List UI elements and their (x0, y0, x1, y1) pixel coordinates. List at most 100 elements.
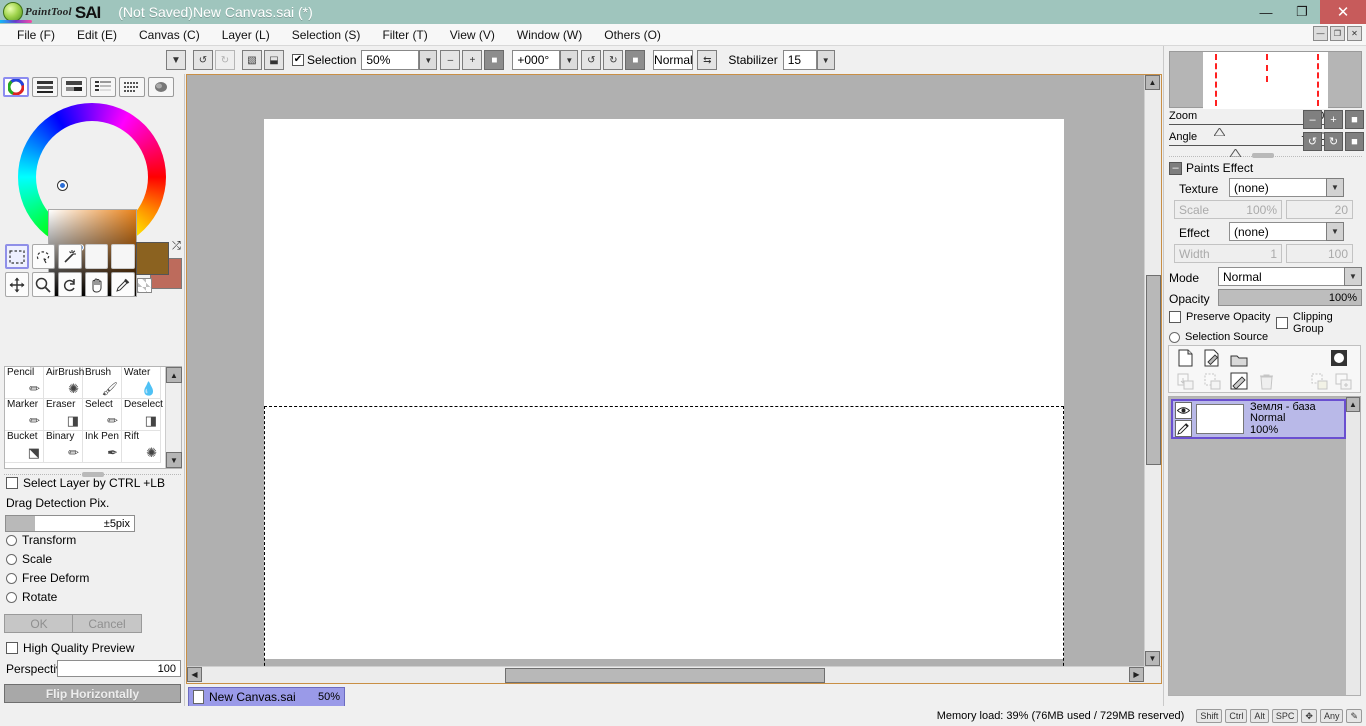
collapse-icon[interactable]: – (1169, 161, 1182, 175)
new-linework-layer-icon[interactable] (1202, 348, 1222, 368)
palette-grid-mode-icon[interactable] (119, 77, 145, 97)
nav-rotate-reset-button[interactable]: ■ (1345, 132, 1364, 151)
menu-filter[interactable]: Filter (T) (371, 26, 438, 44)
zoom-out-button[interactable]: – (440, 50, 461, 70)
eyedropper-tool-icon[interactable] (111, 272, 135, 297)
cancel-button[interactable]: Cancel (72, 614, 142, 633)
brush-pencil[interactable]: Pencil ✏ (5, 367, 44, 399)
select-layer-option[interactable]: Select Layer by CTRL +LB (6, 476, 165, 490)
layer-row[interactable]: Земля - база Normal 100% (1171, 399, 1346, 439)
zoom-in-button[interactable]: + (462, 50, 483, 70)
mdi-minimize-button[interactable]: — (1313, 26, 1328, 41)
navigator-preview[interactable] (1169, 51, 1362, 109)
preserve-opacity-option[interactable]: Preserve Opacity (1169, 311, 1270, 323)
canvas-vertical-scrollbar[interactable]: ▲ ▼ (1144, 75, 1161, 666)
brush-list-scrollbar[interactable]: ▲ ▼ (165, 367, 182, 468)
brush-scroll-down-button[interactable]: ▼ (166, 452, 182, 468)
brush-scroll-up-button[interactable]: ▲ (166, 367, 182, 383)
layer-list[interactable]: Земля - база Normal 100% ▲ (1168, 396, 1361, 696)
clear-layer-icon[interactable] (1229, 371, 1249, 391)
zoom-reset-button[interactable]: ■ (484, 50, 505, 70)
flip-horizontally-button[interactable]: Flip Horizontally (4, 684, 181, 703)
angle-input[interactable]: +000° (512, 50, 561, 70)
menu-canvas[interactable]: Canvas (C) (128, 26, 211, 44)
rotate-cw-button[interactable]: ↻ (603, 50, 624, 70)
layer-opacity-slider[interactable]: 100% (1218, 289, 1362, 306)
transform-mode-rotate[interactable]: Rotate (6, 590, 57, 604)
nav-zoom-reset-button[interactable]: ■ (1345, 110, 1364, 129)
new-folder-icon[interactable] (1229, 350, 1249, 370)
menu-edit[interactable]: Edit (E) (66, 26, 128, 44)
hsv-slider-mode-icon[interactable] (61, 77, 87, 97)
effect-dropdown-icon[interactable]: ▼ (1326, 222, 1344, 241)
canvas-vscroll-thumb[interactable] (1146, 275, 1161, 465)
gradient-swatch-mode-icon[interactable] (90, 77, 116, 97)
layer-thumbnail[interactable] (1196, 404, 1244, 434)
clipping-group-checkbox[interactable] (1276, 317, 1288, 329)
foreground-color-swatch[interactable] (136, 242, 169, 275)
layer-visibility-icon[interactable] (1175, 401, 1192, 419)
zoom-level-input[interactable]: 50% (361, 50, 420, 70)
layer-list-scrollbar[interactable]: ▲ (1346, 397, 1360, 695)
brush-rift[interactable]: Rift ✺ (122, 431, 161, 463)
select-rect-tool-icon[interactable] (5, 244, 29, 269)
layer-mode-dropdown-icon[interactable]: ▼ (1344, 267, 1362, 286)
rotate-tool-icon[interactable] (58, 272, 82, 297)
menu-others[interactable]: Others (O) (593, 26, 672, 44)
canvas-horizontal-scrollbar[interactable]: ◀ ▶ (187, 666, 1161, 683)
mdi-restore-button[interactable]: ❐ (1330, 26, 1345, 41)
hand-tool-icon[interactable] (84, 272, 109, 297)
magic-wand-tool-icon[interactable] (58, 244, 82, 269)
rgb-slider-mode-icon[interactable] (32, 77, 58, 97)
navigator-zoom-thumb[interactable] (1213, 125, 1226, 137)
select-layer-checkbox[interactable] (6, 477, 18, 489)
brush-bucket[interactable]: Bucket ⬔ (5, 431, 44, 463)
new-layer-icon[interactable] (1175, 348, 1195, 368)
menu-selection[interactable]: Selection (S) (281, 26, 372, 44)
canvas-area[interactable]: ▲ ▼ ◀ ▶ (186, 74, 1162, 684)
undo-button[interactable]: ↺ (193, 50, 213, 70)
scale-radio[interactable] (6, 553, 17, 565)
clipping-group-option[interactable]: Clipping Group (1276, 311, 1366, 335)
canvas-viewport[interactable] (187, 75, 1144, 683)
transform-radio[interactable] (6, 534, 17, 546)
clear-selection-icon[interactable]: ▧ (242, 50, 262, 70)
brush-water[interactable]: Water 💧 (122, 367, 161, 399)
invert-selection-icon[interactable]: ⬓ (264, 50, 284, 70)
stabilizer-input[interactable]: 15 (782, 50, 817, 70)
maximize-button[interactable]: ❐ (1284, 0, 1320, 24)
blank-tool-slot-2[interactable] (111, 244, 135, 269)
flip-horizontal-icon[interactable]: ⇆ (697, 50, 718, 70)
free-deform-radio[interactable] (6, 572, 17, 584)
perspective-slider[interactable]: 100 (57, 660, 181, 677)
brush-binary[interactable]: Binary ✏ (44, 431, 83, 463)
toolbar-overflow-dropdown-icon[interactable]: ▼ (166, 50, 186, 70)
angle-dropdown-icon[interactable]: ▼ (560, 50, 579, 70)
selection-source-radio[interactable] (1169, 331, 1180, 343)
zoom-tool-icon[interactable] (31, 272, 56, 297)
brush-eraser[interactable]: Eraser ◨ (44, 399, 83, 431)
transform-mode-free-deform[interactable]: Free Deform (6, 571, 89, 585)
brush-select[interactable]: Select ✏ (83, 399, 122, 431)
canvas-hscroll-thumb[interactable] (505, 668, 825, 683)
menu-view[interactable]: View (V) (439, 26, 506, 44)
high-quality-preview-option[interactable]: High Quality Preview (6, 641, 134, 655)
canvas-scroll-right-button[interactable]: ▶ (1129, 667, 1144, 682)
texture-dropdown-icon[interactable]: ▼ (1326, 178, 1344, 197)
move-tool-icon[interactable] (5, 272, 29, 297)
paints-effect-section[interactable]: – Paints Effect (1169, 161, 1253, 175)
drag-detection-slider[interactable]: ±5pix (5, 515, 135, 532)
preserve-opacity-checkbox[interactable] (1169, 311, 1181, 323)
canvas-scroll-down-button[interactable]: ▼ (1145, 651, 1160, 666)
nav-zoom-in-button[interactable]: + (1324, 110, 1343, 129)
rotate-reset-button[interactable]: ■ (625, 50, 646, 70)
close-button[interactable]: ✕ (1320, 0, 1366, 24)
selection-checkbox[interactable]: ✔ (292, 54, 304, 66)
layer-edit-icon[interactable] (1175, 419, 1192, 437)
layer-mode-select[interactable]: Normal (1218, 267, 1362, 286)
blank-tool-slot-1[interactable] (84, 244, 109, 269)
color-wheel-widget[interactable] (0, 97, 185, 297)
transfer-down-icon[interactable] (1309, 371, 1329, 391)
layer-mask-icon[interactable] (1329, 348, 1349, 368)
brush-deselect[interactable]: Deselect ◨ (122, 399, 163, 431)
